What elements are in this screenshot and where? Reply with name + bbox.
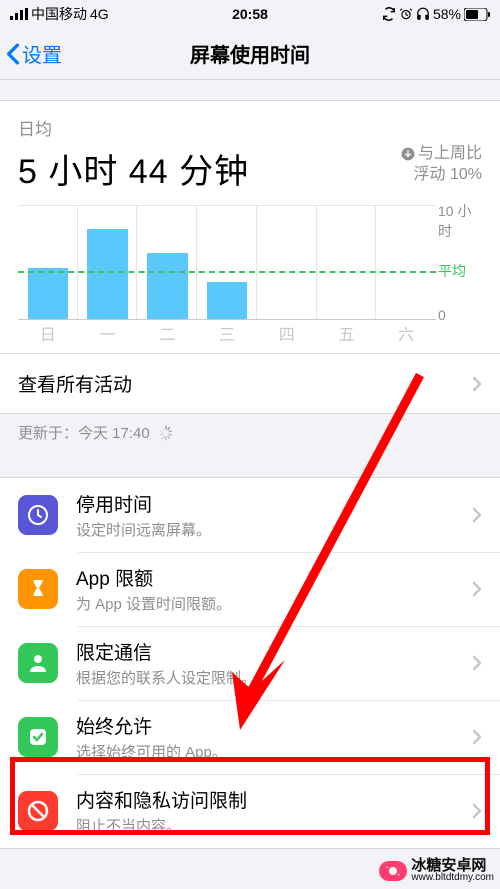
row-subtitle: 为 App 设置时间限额。 [76,593,472,614]
y-max-label: 10 小时 [438,201,482,241]
network-label: 4G [90,6,109,22]
row-title: App 限额 [76,564,472,591]
chevron-right-icon [472,803,482,819]
chart-bar [147,253,188,319]
chevron-right-icon [472,507,482,523]
x-label: 一 [78,321,138,345]
row-title: 始终允许 [76,712,472,739]
x-label: 日 [18,321,78,345]
row-title: 停用时间 [76,490,472,517]
x-label: 六 [376,321,436,345]
row-subtitle: 选择始终可用的 App。 [76,741,472,762]
chart-column [78,206,138,319]
usage-bar-chart: 10 小时 平均 0 日一二三四五六 [18,205,482,345]
settings-row-downtime[interactable]: 停用时间设定时间远离屏幕。 [0,478,500,552]
spinner-icon [158,425,174,441]
chart-column [18,206,78,319]
chevron-right-icon [472,376,482,392]
daily-avg-value: 5 小时 44 分钟 [18,144,249,193]
status-bar: 中国移动 4G 20:58 58% [0,0,500,28]
chevron-right-icon [472,729,482,745]
down-arrow-icon [401,147,415,161]
x-label: 二 [137,321,197,345]
avg-line [18,271,436,273]
x-label: 四 [257,321,317,345]
view-all-activity-row[interactable]: 查看所有活动 [0,354,500,414]
chevron-left-icon [6,43,20,65]
view-all-label: 查看所有活动 [18,370,132,397]
chart-bar [87,229,128,319]
settings-row-comm[interactable]: 限定通信根据您的联系人设定限制。 [0,626,500,700]
watermark: 冰糖安卓网 www.bltdtdmy.com [379,858,494,883]
settings-row-applimits[interactable]: App 限额为 App 设置时间限额。 [0,552,500,626]
applimits-icon [18,569,58,609]
chart-column [197,206,257,319]
downtime-icon [18,495,58,535]
y-avg-label: 平均 [438,261,482,281]
clock: 20:58 [232,6,268,22]
signal-icon [10,8,28,20]
sync-icon [382,7,396,21]
settings-row-always[interactable]: 始终允许选择始终可用的 App。 [0,700,500,774]
comm-icon [18,643,58,683]
settings-row-content[interactable]: 内容和隐私访问限制阻止不当内容。 [0,774,500,848]
row-subtitle: 根据您的联系人设定限制。 [76,667,472,688]
chart-column [257,206,317,319]
headphones-icon [416,7,430,21]
alarm-icon [399,7,413,21]
carrier-label: 中国移动 [31,4,87,24]
nav-bar: 设置 屏幕使用时间 [0,28,500,80]
chevron-right-icon [472,655,482,671]
chart-bar [207,282,248,319]
chevron-right-icon [472,581,482,597]
candy-icon [385,863,401,879]
x-label: 三 [197,321,257,345]
usage-summary-card[interactable]: 日均 5 小时 44 分钟 与上周比 浮动 10% 10 小时 平均 0 日一二… [0,100,500,354]
row-subtitle: 设定时间远离屏幕。 [76,519,472,540]
last-updated: 更新于：今天 17:40 [0,414,500,451]
daily-avg-label: 日均 [18,115,482,140]
content-icon [18,791,58,831]
page-title: 屏幕使用时间 [0,39,500,68]
chart-column [317,206,377,319]
row-subtitle: 阻止不当内容。 [76,815,472,836]
row-title: 内容和隐私访问限制 [76,786,472,813]
week-delta: 与上周比 浮动 10% [401,144,482,186]
chart-column [137,206,197,319]
battery-pct: 58% [433,6,461,22]
y-zero-label: 0 [438,307,482,323]
always-icon [18,717,58,757]
back-button[interactable]: 设置 [0,39,62,68]
chart-column [376,206,436,319]
chart-bar [28,268,69,319]
row-title: 限定通信 [76,638,472,665]
battery-icon [464,8,490,21]
back-label: 设置 [22,39,62,68]
x-label: 五 [317,321,377,345]
settings-list: 停用时间设定时间远离屏幕。App 限额为 App 设置时间限额。限定通信根据您的… [0,477,500,849]
